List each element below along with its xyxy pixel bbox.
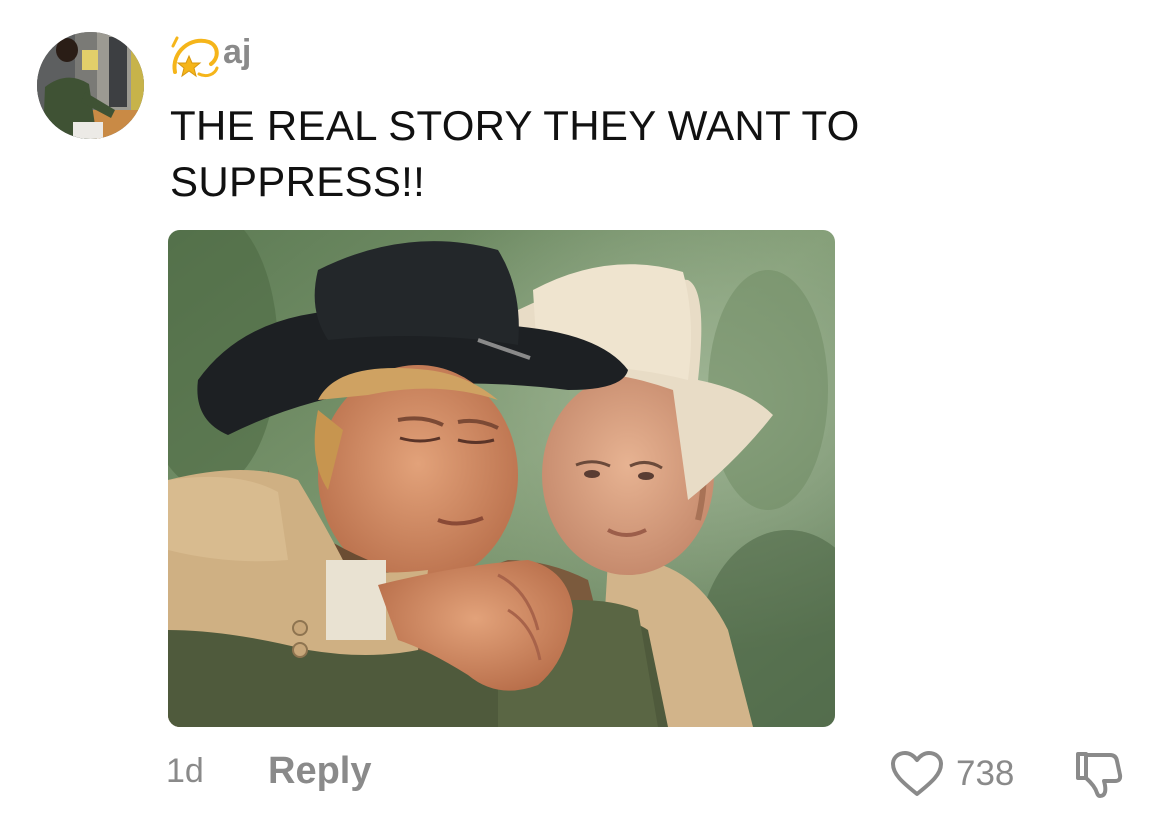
comment-text: THE REAL STORY THEY WANT TO SUPPRESS!! bbox=[170, 102, 860, 205]
avatar[interactable] bbox=[37, 32, 144, 139]
username[interactable]: aj bbox=[223, 33, 251, 72]
dizzy-star-icon bbox=[171, 36, 219, 78]
reply-button[interactable]: Reply bbox=[268, 750, 371, 793]
comment-footer: 1d Reply 738 bbox=[0, 748, 1170, 798]
like-button[interactable]: 738 bbox=[890, 750, 1014, 798]
heart-outline-icon bbox=[891, 751, 943, 796]
dislike-button[interactable] bbox=[1072, 748, 1124, 805]
like-count: 738 bbox=[956, 754, 1015, 793]
thumbs-down-outline-icon bbox=[1076, 752, 1123, 798]
username-row: aj bbox=[169, 30, 251, 86]
timestamp: 1d bbox=[166, 752, 204, 790]
attached-image[interactable] bbox=[168, 230, 835, 727]
